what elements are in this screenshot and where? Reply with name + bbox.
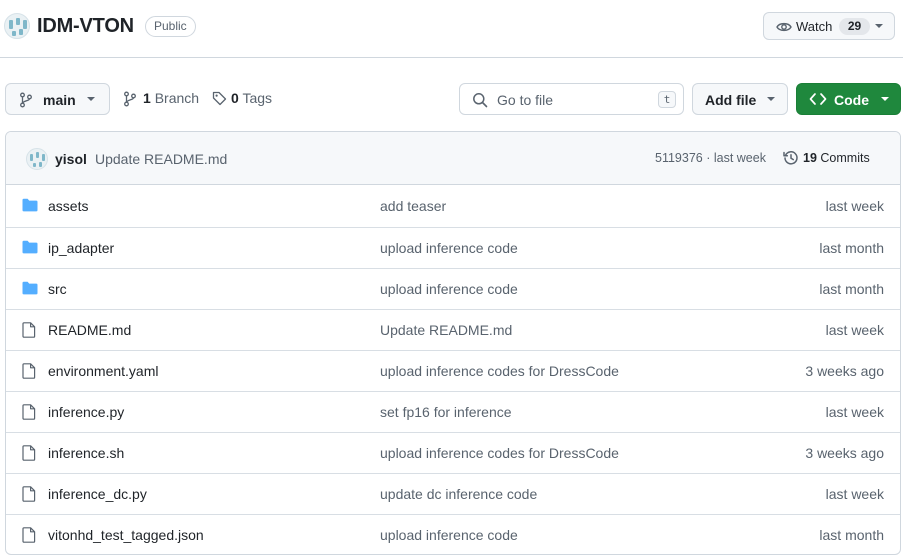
file-commit-age: last month [819,240,884,256]
table-row[interactable]: README.md Update README.md last week [6,309,900,350]
watch-button[interactable]: Watch 29 [763,12,895,40]
file-commit-message[interactable]: upload inference code [380,240,518,256]
branch-icon [124,91,136,107]
chevron-down-icon [87,97,95,101]
visibility-badge: Public [145,16,196,37]
file-commit-message[interactable]: Update README.md [380,322,512,338]
file-icon [22,322,36,341]
commit-count-label: Commits [820,151,870,165]
watch-label: Watch [796,19,833,34]
watch-count: 29 [839,18,870,35]
file-name[interactable]: inference.py [48,404,124,420]
file-commit-age: last week [825,198,884,214]
file-commit-message[interactable]: upload inference codes for DressCode [380,363,619,379]
table-row[interactable]: ip_adapter upload inference code last mont… [6,227,900,268]
file-icon [22,445,36,464]
file-commit-age: last week [825,404,884,420]
file-commit-message[interactable]: upload inference code [380,281,518,297]
table-row[interactable]: inference.py set fp16 for inference last w… [6,391,900,432]
search-icon [473,93,488,108]
file-commit-age: last week [825,322,884,338]
tag-icon [212,91,227,106]
file-commit-age: last month [819,281,884,297]
file-commit-age: last week [825,486,884,502]
file-commit-age: 3 weeks ago [805,445,884,461]
commit-author[interactable]: yisol [55,151,87,167]
branch-icon [20,92,32,108]
file-commit-message[interactable]: add teaser [380,198,446,214]
chevron-down-icon [767,97,775,101]
table-row[interactable]: vitonhd_test_tagged.json upload inference… [6,514,900,554]
code-button[interactable]: Code [796,83,901,115]
file-name[interactable]: README.md [48,322,131,338]
branch-name: main [43,92,76,108]
folder-icon [22,240,38,257]
commit-count: 19 [803,151,817,165]
file-commit-message[interactable]: update dc inference code [380,486,537,502]
commit-meta[interactable]: 5119376 · last week [655,151,766,165]
table-row[interactable]: inference_dc.py update dc inference code l… [6,473,900,514]
add-file-label: Add file [705,92,757,108]
file-name[interactable]: src [48,281,67,297]
branch-count: 1 [143,90,151,106]
file-list: yisol Update README.md 5119376 · last we… [5,131,901,555]
file-name[interactable]: inference.sh [48,445,124,461]
repo-avatar[interactable] [4,13,30,39]
file-commit-message[interactable]: set fp16 for inference [380,404,512,420]
file-commit-age: last month [819,527,884,543]
table-row[interactable]: inference.sh upload inference codes for D… [6,432,900,473]
tag-count-label: Tags [242,90,273,106]
history-icon [783,151,798,165]
file-commit-message[interactable]: upload inference code [380,527,518,543]
chevron-down-icon [881,97,889,101]
branch-select[interactable]: main [5,83,110,115]
file-icon [22,404,36,423]
file-name[interactable]: vitonhd_test_tagged.json [48,527,204,543]
tag-count: 0 [231,90,239,106]
table-row[interactable]: src upload inference code last month [6,268,900,309]
code-label: Code [834,92,869,108]
file-name[interactable]: assets [48,198,88,214]
folder-icon [22,198,38,215]
author-avatar[interactable] [26,148,48,170]
eye-icon [776,22,792,32]
file-icon [22,527,36,546]
keyboard-shortcut-hint: t [658,91,676,108]
file-commit-age: 3 weeks ago [805,363,884,379]
repo-title[interactable]: IDM-VTON [37,15,134,38]
file-name[interactable]: environment.yaml [48,363,159,379]
file-icon [22,486,36,505]
go-to-file-input[interactable]: Go to file t [459,83,684,115]
add-file-button[interactable]: Add file [692,83,788,115]
file-name[interactable]: inference_dc.py [48,486,147,502]
file-commit-message[interactable]: upload inference codes for DressCode [380,445,619,461]
table-row[interactable]: environment.yaml upload inference codes f… [6,350,900,391]
table-row[interactable]: assets add teaser last week [6,186,900,227]
folder-icon [22,281,38,298]
branch-count-label: Branch [154,90,200,106]
file-icon [22,363,36,382]
code-icon [809,93,827,105]
search-placeholder: Go to file [497,92,554,108]
commit-message[interactable]: Update README.md [95,151,227,167]
file-name[interactable]: ip_adapter [48,240,114,256]
commits-link[interactable]: 19 Commits [803,151,870,165]
repo-header: IDM-VTON Public Watch 29 [0,0,903,58]
latest-commit-bar: yisol Update README.md 5119376 · last we… [6,132,900,185]
chevron-down-icon [875,24,883,28]
